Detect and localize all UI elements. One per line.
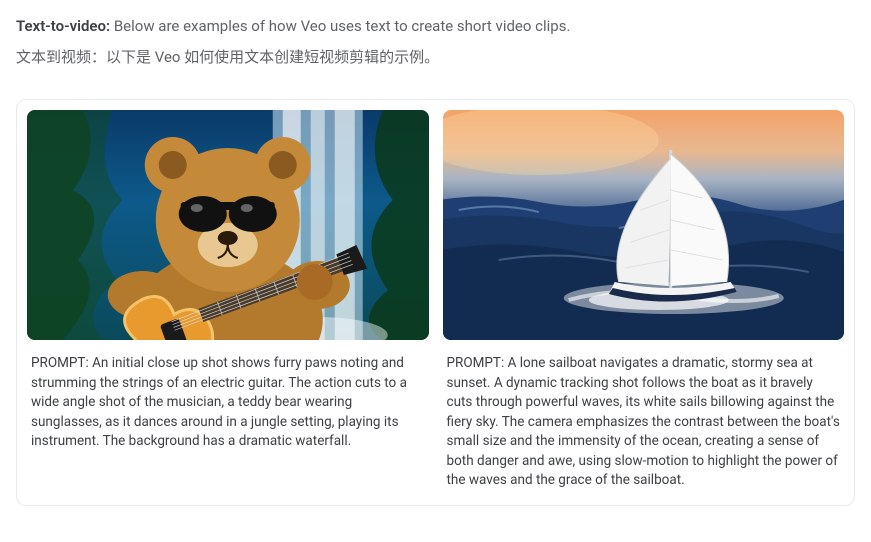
prompt-label: PROMPT: [31, 355, 89, 371]
heading-rest: Below are examples of how Veo uses text … [110, 17, 570, 35]
video-thumbnail-teddy-bear [27, 110, 429, 340]
example-teddy-bear: PROMPT: An initial close up shot shows f… [27, 110, 429, 491]
prompt-label: PROMPT: [447, 355, 505, 371]
prompt-text: A lone sailboat navigates a dramatic, st… [447, 355, 840, 488]
heading-bold: Text-to-video: [16, 17, 110, 35]
sailboat-illustration [443, 110, 845, 340]
section-subheading-zh: 文本到视频：以下是 Veo 如何使用文本创建短视频剪辑的示例。 [16, 44, 855, 71]
examples-card: PROMPT: An initial close up shot shows f… [16, 99, 855, 506]
section-heading: Text-to-video: Below are examples of how… [16, 14, 855, 38]
video-thumbnail-sailboat [443, 110, 845, 340]
example-caption: PROMPT: An initial close up shot shows f… [27, 354, 429, 452]
example-caption: PROMPT: A lone sailboat navigates a dram… [443, 354, 845, 491]
example-sailboat: PROMPT: A lone sailboat navigates a dram… [443, 110, 845, 491]
teddy-bear-illustration [27, 110, 429, 340]
